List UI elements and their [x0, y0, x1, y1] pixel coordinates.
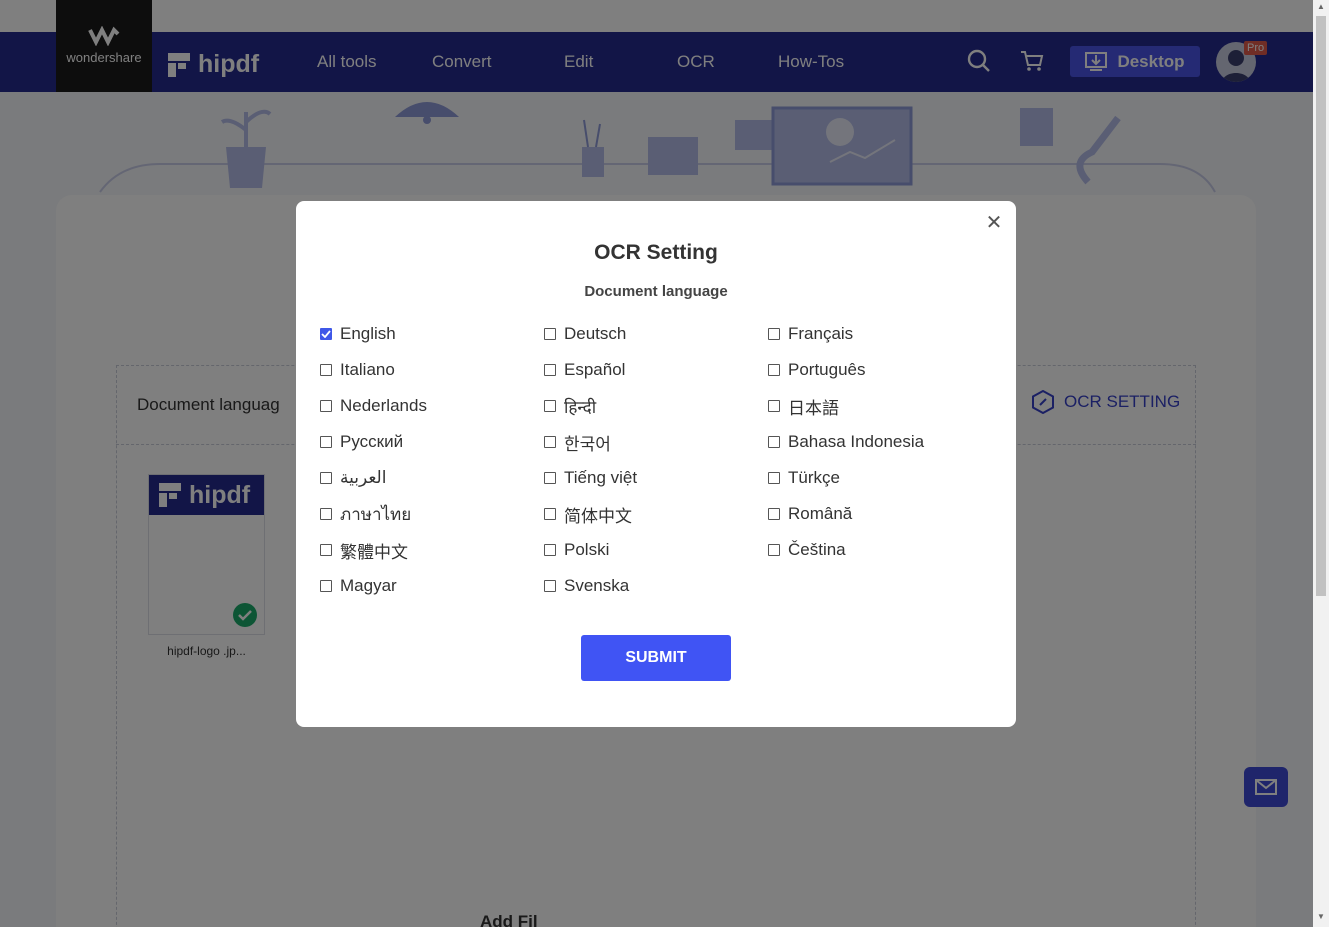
checkbox-icon[interactable] [768, 472, 780, 484]
checkbox-icon[interactable] [544, 472, 556, 484]
checkbox-icon[interactable] [320, 544, 332, 556]
language-option[interactable]: Română [768, 501, 852, 527]
submit-button[interactable]: SUBMIT [581, 635, 731, 681]
language-label: Čeština [788, 540, 846, 559]
language-label: Русский [340, 432, 404, 451]
checkbox-icon[interactable] [768, 364, 780, 376]
checkbox-icon[interactable] [768, 328, 780, 340]
language-label: 繁體中文 [340, 542, 408, 562]
language-label: Magyar [340, 576, 397, 595]
language-label: Polski [564, 540, 610, 559]
language-label: Türkçe [788, 468, 840, 487]
checkbox-icon[interactable] [544, 436, 556, 448]
close-icon[interactable]: ✕ [982, 211, 1006, 235]
checkbox-checked-icon[interactable] [320, 328, 332, 340]
language-option[interactable]: 简体中文 [544, 501, 632, 527]
checkbox-icon[interactable] [320, 580, 332, 592]
modal-title: OCR Setting [594, 241, 718, 264]
checkbox-icon[interactable] [320, 364, 332, 376]
language-option[interactable]: English [320, 321, 396, 347]
language-label: Nederlands [340, 396, 427, 415]
scroll-down-arrow-icon[interactable]: ▼ [1313, 912, 1329, 924]
language-label: Español [564, 360, 626, 379]
language-label: Italiano [340, 360, 395, 379]
language-option[interactable]: Español [544, 357, 625, 383]
language-option[interactable]: Português [768, 357, 866, 383]
checkbox-icon[interactable] [320, 400, 332, 412]
checkbox-icon[interactable] [544, 364, 556, 376]
checkbox-icon[interactable] [768, 508, 780, 520]
language-label: English [340, 324, 396, 343]
language-option[interactable]: Türkçe [768, 465, 840, 491]
language-option[interactable]: Français [768, 321, 853, 347]
language-option[interactable]: Magyar [320, 573, 397, 599]
language-label: 简体中文 [564, 506, 632, 526]
language-option[interactable]: Русский [320, 429, 403, 455]
page-scrollbar[interactable]: ▲ ▼ [1313, 0, 1329, 927]
checkbox-icon[interactable] [320, 508, 332, 520]
language-option[interactable]: Svenska [544, 573, 629, 599]
checkbox-icon[interactable] [544, 328, 556, 340]
ocr-setting-modal: ✕ OCR Setting Document language English D… [296, 201, 1016, 727]
language-option[interactable]: Italiano [320, 357, 395, 383]
language-option[interactable]: 한국어 [544, 429, 611, 455]
checkbox-icon[interactable] [320, 436, 332, 448]
language-option[interactable]: Bahasa Indonesia [768, 429, 924, 455]
language-label: Tiếng việt [564, 468, 638, 487]
checkbox-icon[interactable] [768, 436, 780, 448]
language-label: Bahasa Indonesia [788, 432, 925, 451]
language-option[interactable]: Tiếng việt [544, 465, 637, 491]
language-option[interactable]: ภาษาไทย [320, 501, 411, 527]
language-label: ภาษาไทย [340, 504, 412, 524]
language-option[interactable]: हिन्दी [544, 393, 596, 419]
language-option[interactable]: Nederlands [320, 393, 427, 419]
language-label: Português [788, 360, 866, 379]
language-option[interactable]: 日本語 [768, 393, 839, 419]
language-label: 한국어 [564, 434, 611, 454]
checkbox-icon[interactable] [544, 580, 556, 592]
scroll-up-arrow-icon[interactable]: ▲ [1313, 2, 1329, 14]
checkbox-icon[interactable] [544, 400, 556, 412]
checkbox-icon[interactable] [544, 544, 556, 556]
language-option[interactable]: Polski [544, 537, 609, 563]
language-label: Svenska [564, 576, 630, 595]
checkbox-icon[interactable] [768, 400, 780, 412]
language-label: Română [788, 504, 853, 523]
language-option[interactable]: 繁體中文 [320, 537, 408, 563]
language-label: Deutsch [564, 324, 627, 343]
language-option[interactable]: Deutsch [544, 321, 626, 347]
checkbox-icon[interactable] [320, 472, 332, 484]
language-option[interactable]: العربية [320, 465, 386, 491]
scroll-thumb[interactable] [1316, 16, 1326, 596]
modal-subtitle: Document language [584, 283, 728, 300]
language-label: हिन्दी [564, 397, 597, 417]
language-label: 日本語 [788, 398, 839, 418]
language-option[interactable]: Čeština [768, 537, 846, 563]
language-label: Français [788, 324, 854, 343]
language-label: العربية [340, 468, 387, 487]
checkbox-icon[interactable] [768, 544, 780, 556]
checkbox-icon[interactable] [544, 508, 556, 520]
